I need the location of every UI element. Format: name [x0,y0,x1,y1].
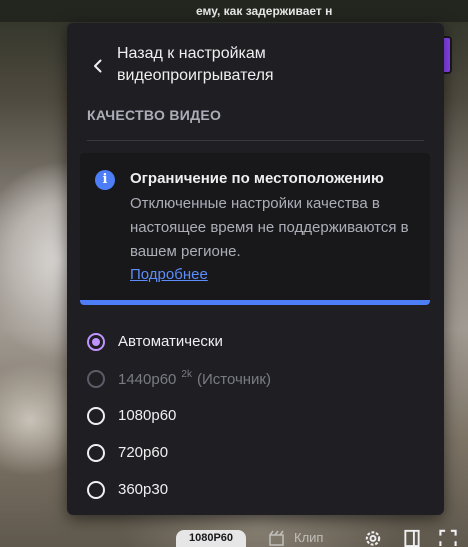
notice-accent-bar [80,300,430,305]
quality-option-auto[interactable]: Автоматически [87,323,427,360]
resolution-badge: 2k [181,369,192,380]
quality-option-label: 1440p60 2k (Источник) [118,369,271,388]
quality-label-text: 1440p60 [118,371,177,388]
theatre-mode-icon[interactable] [402,528,422,547]
quality-options-list: Автоматически 1440p60 2k (Источник) 1080p6… [87,323,427,508]
fullscreen-icon[interactable] [438,528,458,547]
clip-icon [269,530,284,546]
quality-settings-panel: Назад к настройкам видеопроигрывателя КА… [67,23,444,515]
settings-gear-icon[interactable] [363,528,383,547]
quality-badge: 1080P60 [176,530,246,547]
section-title: КАЧЕСТВО ВИДЕО [87,107,222,123]
source-suffix: (Источник) [196,371,271,388]
location-restriction-notice: i Ограничение по местоположению Отключен… [80,153,430,305]
back-label: Назад к настройкам видеопроигрывателя [117,45,274,84]
notice-body: Отключенные настройки качества в настоящ… [130,195,409,260]
quality-option-label: 1080p60 [118,407,177,424]
notice-title: Ограничение по местоположению [130,170,384,187]
chat-overlay-strip: ему, как задерживает н [0,0,468,22]
quality-option-1080p60[interactable]: 1080p60 [87,397,427,434]
chat-message-snippet: ему, как задерживает н [196,4,333,18]
learn-more-link[interactable]: Подробнее [130,266,208,283]
quality-option-1440p60: 1440p60 2k (Источник) [87,360,427,397]
radio-selected[interactable] [87,332,105,351]
clip-label: Клип [294,530,324,545]
radio-unselected[interactable] [87,443,105,462]
divider [87,140,424,141]
quality-option-label: Автоматически [118,333,223,350]
clip-button[interactable]: Клип [268,528,323,547]
radio-unselected[interactable] [87,406,105,425]
radio-disabled [87,369,105,388]
quality-option-label: 720p60 [118,444,169,461]
quality-option-label: 360p30 [118,481,169,498]
quality-option-360p30[interactable]: 360p30 [87,471,427,508]
back-to-settings-button[interactable]: Назад к настройкам видеопроигрывателя [83,43,423,91]
chevron-left-icon [94,59,102,73]
quality-option-720p60[interactable]: 720p60 [87,434,427,471]
info-icon: i [95,170,115,190]
radio-unselected[interactable] [87,480,105,499]
